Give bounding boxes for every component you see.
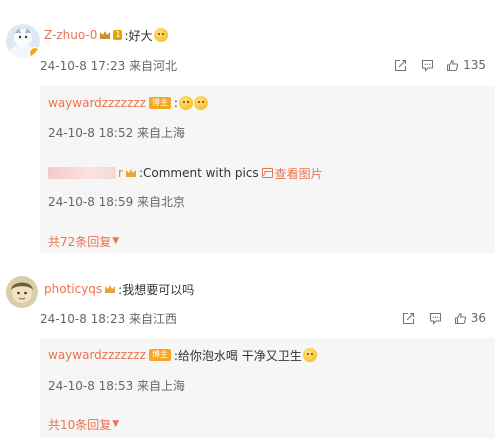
like-count: 36: [470, 311, 486, 325]
chevron-down-icon[interactable]: ▼: [112, 236, 119, 246]
view-pictures-link[interactable]: 查看图片: [275, 165, 323, 182]
comment-icon: [429, 312, 441, 325]
more-replies-link[interactable]: 共72条回复: [48, 233, 111, 250]
author-badge: 博主: [148, 349, 171, 361]
emoji-icon: [193, 96, 208, 110]
comment-button[interactable]: [429, 312, 442, 325]
blurred-username: [48, 167, 116, 179]
emoji-icon: [153, 28, 168, 42]
reply-date: 24-10-8 18:59 来自北京: [48, 194, 186, 209]
emoji-icon: [302, 348, 317, 362]
reply-username[interactable]: waywardzzzzzzz: [48, 96, 146, 110]
comment-date: 24-10-8 18:23 来自江西: [40, 311, 178, 326]
comment-icon: [422, 59, 434, 72]
avatar[interactable]: [6, 24, 40, 58]
share-button[interactable]: [394, 59, 407, 72]
reply-username[interactable]: r: [118, 166, 123, 180]
reply-text: :Comment with pics: [138, 166, 259, 180]
thumbs-up-icon: [454, 312, 466, 324]
crown-icon: [100, 31, 111, 39]
share-button[interactable]: [402, 312, 415, 325]
comment-date: 24-10-8 17:23 来自河北: [40, 58, 178, 73]
avatar[interactable]: [6, 276, 38, 308]
verified-icon: [29, 47, 40, 58]
reply-date: 24-10-8 18:52 来自上海: [48, 125, 186, 140]
image-icon: [261, 168, 273, 178]
comment-username[interactable]: photicyqs: [44, 282, 102, 296]
reply-username[interactable]: waywardzzzzzzz: [48, 348, 146, 362]
reply-date: 24-10-8 18:53 来自上海: [48, 378, 186, 393]
thumbs-up-icon: [447, 59, 459, 71]
comment-username[interactable]: Z-zhuo-0: [44, 28, 97, 42]
avatar-image: [6, 276, 38, 308]
like-count: 135: [463, 58, 486, 72]
crown-icon: [125, 169, 136, 177]
share-icon: [402, 312, 414, 324]
reply-text: :: [173, 96, 178, 110]
crown-icon: [105, 285, 116, 293]
like-button[interactable]: 135: [446, 58, 486, 72]
emoji-icon: [178, 96, 193, 110]
share-icon: [395, 59, 407, 71]
more-replies-link[interactable]: 共10条回复: [48, 416, 111, 433]
comment-text: :好大: [124, 28, 153, 43]
like-button[interactable]: 36: [454, 311, 486, 325]
comment-text: :我想要可以吗: [118, 282, 195, 297]
comment-button[interactable]: [421, 59, 434, 72]
level-badge: 1: [113, 30, 123, 40]
reply-text: :给你泡水喝 干净又卫生: [173, 348, 302, 363]
author-badge: 博主: [148, 97, 171, 109]
chevron-down-icon[interactable]: ▼: [112, 419, 119, 429]
